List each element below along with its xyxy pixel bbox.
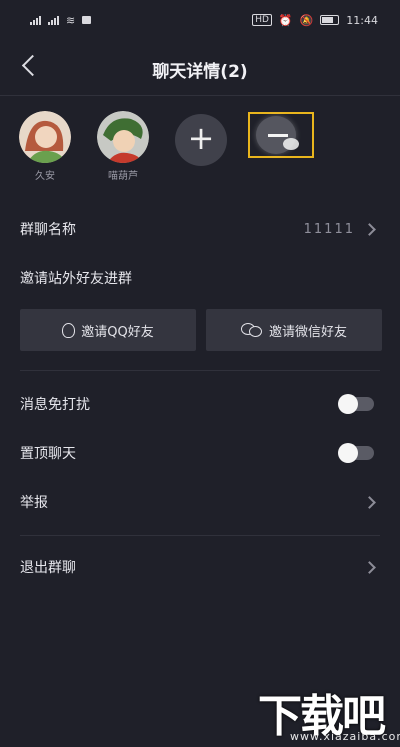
watermark-url: www.xiazaiba.com xyxy=(290,730,400,743)
mute-label: 消息免打扰 xyxy=(20,397,90,413)
divider xyxy=(20,535,380,536)
mute-icon: 🔕 xyxy=(299,13,314,27)
avatar[interactable] xyxy=(97,111,149,163)
minus-icon xyxy=(268,134,288,137)
chevron-right-icon xyxy=(363,495,376,509)
remove-member-highlight xyxy=(248,112,314,158)
touch-indicator xyxy=(283,138,299,150)
status-right: HD ⏰ 🔕 11:44 xyxy=(252,14,378,27)
exit-group-label: 退出群聊 xyxy=(20,560,76,576)
qq-icon xyxy=(62,322,76,338)
group-name-row[interactable]: 群聊名称 11111 xyxy=(0,204,400,254)
divider xyxy=(20,370,380,371)
avatar-image xyxy=(97,111,149,163)
group-name-value: 11111 xyxy=(303,221,355,237)
exit-group-row[interactable]: 退出群聊 xyxy=(0,542,400,592)
invite-wechat-button[interactable]: 邀请微信好友 xyxy=(206,309,382,351)
pin-row: 置顶聊天 xyxy=(0,428,400,478)
report-label: 举报 xyxy=(20,495,48,511)
chevron-right-icon xyxy=(363,222,376,236)
member-item[interactable]: 喵葫芦 xyxy=(92,111,154,182)
hd-badge: HD xyxy=(252,14,272,26)
watermark: 下载吧 www.xiazaiba.com xyxy=(258,686,400,743)
page-title: 聊天详情(2) xyxy=(152,62,248,82)
invite-buttons: 邀请QQ好友 邀请微信好友 xyxy=(20,309,382,351)
signal-icon-2 xyxy=(48,15,59,25)
remove-member-button[interactable] xyxy=(256,116,299,154)
invite-qq-button[interactable]: 邀请QQ好友 xyxy=(20,309,196,351)
mute-row: 消息免打扰 xyxy=(0,379,400,429)
pin-toggle[interactable] xyxy=(338,443,374,463)
pin-label: 置顶聊天 xyxy=(20,446,76,462)
group-name-label: 群聊名称 xyxy=(20,222,76,238)
member-item[interactable]: 久安 xyxy=(14,111,76,182)
invite-wechat-label: 邀请微信好友 xyxy=(268,324,347,340)
member-name: 久安 xyxy=(35,171,55,182)
report-row[interactable]: 举报 xyxy=(0,477,400,527)
toggle-knob xyxy=(338,443,358,463)
invite-qq-label: 邀请QQ好友 xyxy=(81,324,154,340)
chevron-right-icon xyxy=(363,560,376,574)
wifi-icon: ≋ xyxy=(66,13,76,27)
member-list: 久安 喵葫芦 + xyxy=(0,111,400,191)
mute-toggle[interactable] xyxy=(338,394,374,414)
notification-icon xyxy=(82,16,92,24)
battery-icon xyxy=(320,15,340,25)
wechat-icon xyxy=(240,323,263,337)
status-time: 11:44 xyxy=(346,13,378,27)
signal-icon xyxy=(30,15,41,25)
invite-section-row: 邀请站外好友进群 xyxy=(0,253,400,303)
avatar-image xyxy=(19,111,71,163)
alarm-icon: ⏰ xyxy=(278,13,293,27)
toggle-knob xyxy=(338,394,358,414)
invite-section-label: 邀请站外好友进群 xyxy=(20,271,132,287)
status-bar: ≋ HD ⏰ 🔕 11:44 xyxy=(0,0,400,40)
status-left: ≋ xyxy=(30,13,92,27)
avatar[interactable] xyxy=(19,111,71,163)
nav-bar: 聊天详情(2) xyxy=(0,40,400,96)
add-member-button[interactable]: + xyxy=(175,114,227,166)
member-name: 喵葫芦 xyxy=(108,171,138,182)
